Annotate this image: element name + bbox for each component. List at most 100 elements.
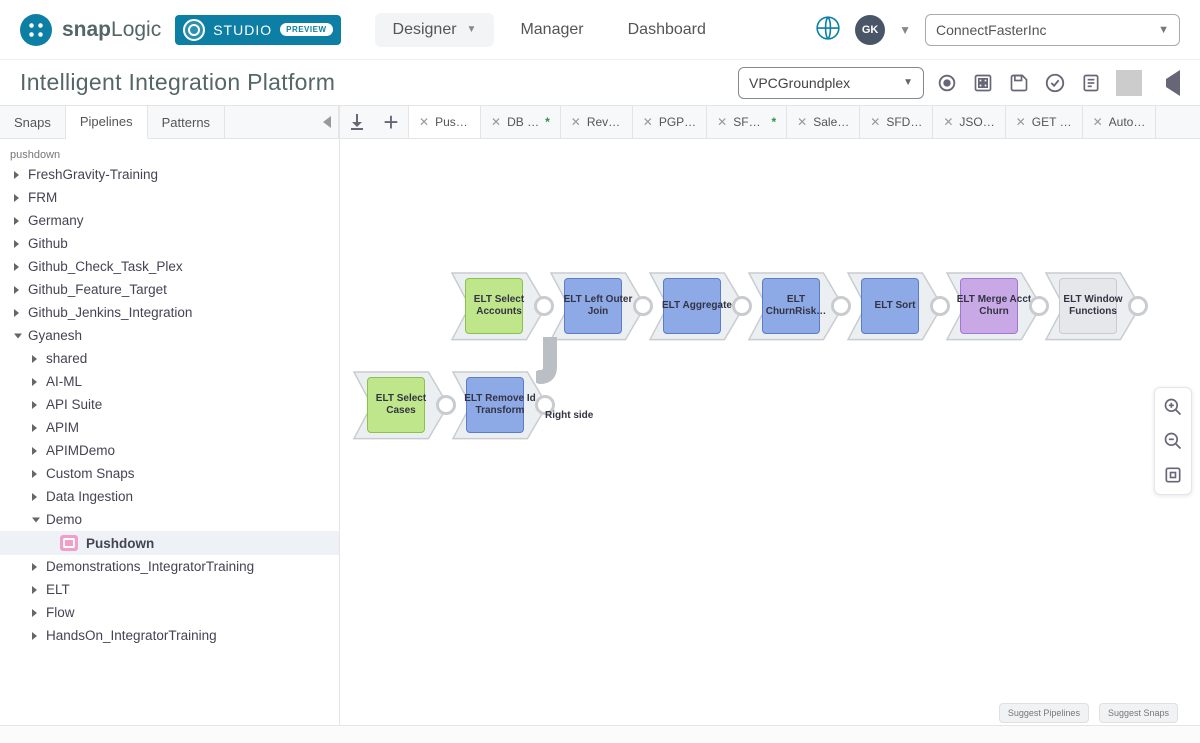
zoom-out-button[interactable] [1162, 430, 1184, 452]
close-icon[interactable]: ✕ [797, 115, 807, 129]
tree-item[interactable]: Gyanesh [0, 324, 339, 347]
tree-item[interactable]: Demonstrations_IntegratorTraining [0, 555, 339, 578]
tree-item[interactable]: Github_Check_Task_Plex [0, 255, 339, 278]
collapse-sidebar-button[interactable] [315, 106, 339, 138]
chevron-down-icon: ▼ [467, 24, 477, 35]
pipeline-tab[interactable]: ✕Auto… [1083, 106, 1157, 138]
tree-item[interactable]: AI-ML [0, 370, 339, 393]
tree-item[interactable]: Github [0, 232, 339, 255]
preview-pill: PREVIEW [280, 23, 332, 36]
pipeline-tab-label: SF_… [733, 115, 765, 129]
brand-logo[interactable]: snapLogic [20, 14, 161, 46]
close-icon[interactable]: ✕ [1093, 115, 1103, 129]
close-icon[interactable]: ✕ [419, 115, 429, 129]
close-icon[interactable]: ✕ [717, 115, 727, 129]
import-button[interactable] [340, 105, 374, 139]
tree-item-label: AI-ML [46, 374, 82, 389]
pipeline-canvas[interactable]: ELT Select AccountsELT Left Outer JoinEL… [340, 139, 1200, 725]
pipeline-tab[interactable]: ✕ Rev… [561, 106, 633, 138]
download-icon [349, 114, 365, 130]
triangle-left-icon [323, 116, 331, 128]
tree-item-label: shared [46, 351, 87, 366]
tree-item-label: APIM [46, 420, 79, 435]
snap-node[interactable]: ELT Left Outer Join [549, 271, 647, 341]
close-icon[interactable]: ✕ [870, 115, 880, 129]
tree-item-label: Custom Snaps [46, 466, 135, 481]
pipeline-tab[interactable]: ✕SF_…* [707, 106, 787, 138]
pipeline-tab[interactable]: ✕JSO… [933, 106, 1005, 138]
tree-item-label: Github_Check_Task_Plex [28, 259, 183, 274]
tree-item[interactable]: HandsOn_IntegratorTraining [0, 624, 339, 647]
pipeline-tab[interactable]: ✕Sale… [787, 106, 860, 138]
tree-item-label: Github [28, 236, 68, 251]
tree-item[interactable]: FreshGravity-Training [0, 163, 339, 186]
snap-node[interactable]: ELT Remove Id Transform [451, 370, 549, 440]
tree-item-label: Demo [46, 512, 82, 527]
tree-item[interactable]: APIMDemo [0, 439, 339, 462]
tree-item[interactable]: ELT [0, 578, 339, 601]
pipeline-icon [60, 535, 78, 551]
tree-item[interactable]: Github_Feature_Target [0, 278, 339, 301]
page-title: Intelligent Integration Platform [20, 69, 728, 96]
tree-item[interactable]: API Suite [0, 393, 339, 416]
close-icon[interactable]: ✕ [1016, 115, 1026, 129]
run-button[interactable] [1154, 70, 1180, 96]
snap-node[interactable]: ELT Sort [846, 271, 944, 341]
close-icon[interactable]: ✕ [571, 115, 581, 129]
notes-icon[interactable] [1078, 70, 1104, 96]
tree-item[interactable]: FRM [0, 186, 339, 209]
snap-node[interactable]: ELT ChurnRisk… [747, 271, 845, 341]
tree-item-label: APIMDemo [46, 443, 115, 458]
close-icon[interactable]: ✕ [643, 115, 653, 129]
new-pipeline-button[interactable]: + [374, 105, 408, 139]
nav-manager[interactable]: Manager [502, 13, 601, 47]
snap-node[interactable]: ELT Window Functions [1044, 271, 1142, 341]
tree-item-label: API Suite [46, 397, 102, 412]
nav-designer[interactable]: Designer ▼ [375, 13, 495, 47]
zoom-fit-button[interactable] [1162, 464, 1184, 486]
record-icon[interactable] [934, 70, 960, 96]
snaplex-selected: VPCGroundplex [749, 75, 850, 91]
tree-item[interactable]: Demo [0, 508, 339, 531]
nav-dashboard[interactable]: Dashboard [610, 13, 724, 47]
tree-item[interactable]: shared [0, 347, 339, 370]
close-icon[interactable]: ✕ [943, 115, 953, 129]
output-port[interactable] [1128, 296, 1148, 316]
snap-node[interactable]: ELT Select Cases [352, 370, 450, 440]
studio-badge[interactable]: STUDIO PREVIEW [175, 15, 340, 45]
user-avatar[interactable]: GK [855, 15, 885, 45]
close-icon[interactable]: ✕ [491, 115, 501, 129]
tree-item[interactable]: Data Ingestion [0, 485, 339, 508]
pipeline-tab[interactable]: ✕ PGP… [633, 106, 707, 138]
tree-item[interactable]: Custom Snaps [0, 462, 339, 485]
properties-icon[interactable] [970, 70, 996, 96]
pipeline-tab-label: PGP… [659, 115, 696, 129]
pipeline-tab[interactable]: ✕DB …* [481, 106, 561, 138]
left-tab-patterns[interactable]: Patterns [148, 106, 225, 138]
pipeline-tab-label: DB … [507, 115, 539, 129]
tree-item[interactable]: Github_Jenkins_Integration [0, 301, 339, 324]
globe-icon[interactable] [815, 15, 841, 44]
pipeline-tab[interactable]: ✕Pus… [409, 106, 481, 138]
pipeline-tab-label: Rev… [587, 115, 620, 129]
snaplex-select[interactable]: VPCGroundplex ▼ [738, 67, 924, 99]
suggest-pipelines-button[interactable]: Suggest Pipelines [999, 703, 1089, 723]
pipeline-tab[interactable]: ✕SFD… [860, 106, 933, 138]
snap-node[interactable]: ELT Aggregate [648, 271, 746, 341]
tree-item-label: ELT [46, 582, 70, 597]
validate-icon[interactable] [1042, 70, 1068, 96]
org-select[interactable]: ConnectFasterInc ▼ [925, 14, 1180, 46]
tree-item[interactable]: Germany [0, 209, 339, 232]
snap-node[interactable]: ELT Select Accounts [450, 271, 548, 341]
suggest-snaps-button[interactable]: Suggest Snaps [1099, 703, 1178, 723]
snap-node[interactable]: ELT Merge Acct Churn [945, 271, 1043, 341]
tree-item[interactable]: APIM [0, 416, 339, 439]
pipeline-tab[interactable]: ✕GET … [1006, 106, 1083, 138]
left-tab-pipelines[interactable]: Pipelines [66, 106, 148, 139]
save-icon[interactable] [1006, 70, 1032, 96]
tree-item[interactable]: Flow [0, 601, 339, 624]
user-menu-chevron[interactable]: ▼ [899, 23, 911, 37]
zoom-in-button[interactable] [1162, 396, 1184, 418]
left-tab-snaps[interactable]: Snaps [0, 106, 66, 138]
tree-item[interactable]: Pushdown [0, 531, 339, 555]
